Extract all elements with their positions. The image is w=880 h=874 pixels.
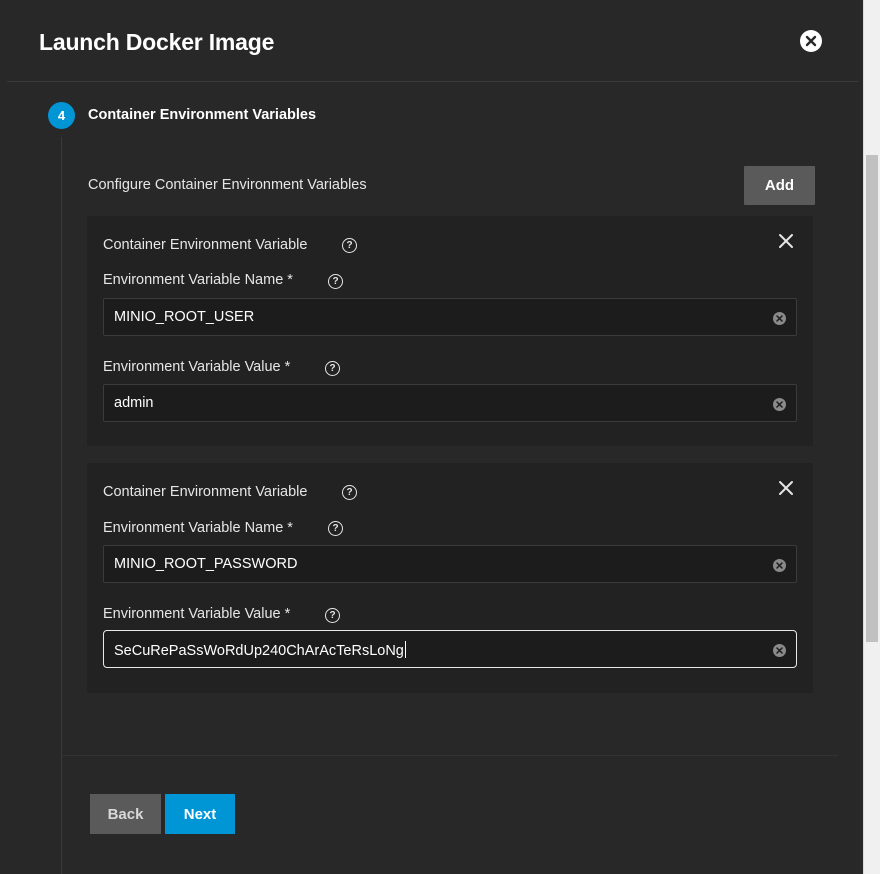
name-input-value: MINIO_ROOT_PASSWORD [114,556,298,572]
help-icon[interactable]: ? [342,485,357,500]
help-icon[interactable]: ? [325,608,340,623]
stepper-line [61,137,62,874]
remove-x-glyph [779,234,793,248]
remove-icon[interactable] [775,230,797,252]
env-var-card: Container Environment Variable ? Environ… [87,216,813,446]
dialog: Launch Docker Image 4 Container Environm… [0,0,863,874]
value-input-value: SeCuRePaSsWoRdUp240ChArAcTeRsLoNg [114,643,404,659]
back-button[interactable]: Back [90,794,161,834]
card-title: Container Environment Variable [103,237,308,253]
env-var-card: Container Environment Variable ? Environ… [87,463,813,693]
value-label: Environment Variable Value * [103,606,291,622]
scrollbar-thumb[interactable] [866,155,878,642]
close-x-glyph [805,35,817,47]
clear-icon[interactable] [773,644,786,657]
clear-icon[interactable] [773,559,786,572]
name-input[interactable]: MINIO_ROOT_USER [103,298,797,336]
help-icon[interactable]: ? [328,274,343,289]
name-input[interactable]: MINIO_ROOT_PASSWORD [103,545,797,583]
help-icon[interactable]: ? [325,361,340,376]
section-label: Configure Container Environment Variable… [88,177,367,193]
help-icon[interactable]: ? [328,521,343,536]
step-title: Container Environment Variables [88,107,317,123]
clear-x-glyph [776,315,783,322]
dialog-title: Launch Docker Image [39,29,275,55]
name-label: Environment Variable Name * [103,520,293,536]
name-input-value: MINIO_ROOT_USER [114,309,255,325]
value-label: Environment Variable Value * [103,359,291,375]
clear-x-glyph [776,562,783,569]
step-number-badge: 4 [48,102,75,129]
next-button[interactable]: Next [165,794,235,834]
text-caret [404,641,406,658]
value-input-text: SeCuRePaSsWoRdUp240ChArAcTeRsLoNg [114,641,406,659]
name-label: Environment Variable Name * [103,272,293,288]
help-icon[interactable]: ? [342,238,357,253]
value-input[interactable]: admin [103,384,797,422]
remove-icon[interactable] [775,477,797,499]
footer-divider [62,755,838,756]
clear-icon[interactable] [773,398,786,411]
value-input[interactable]: SeCuRePaSsWoRdUp240ChArAcTeRsLoNg [103,630,797,668]
title-divider [7,81,859,82]
clear-x-glyph [776,401,783,408]
value-input-value: admin [114,395,154,411]
remove-x-glyph [779,481,793,495]
close-dialog-icon[interactable] [800,30,822,52]
card-title: Container Environment Variable [103,484,308,500]
clear-icon[interactable] [773,312,786,325]
clear-x-glyph [776,647,783,654]
scrollbar[interactable] [863,0,880,874]
add-button[interactable]: Add [744,166,815,205]
